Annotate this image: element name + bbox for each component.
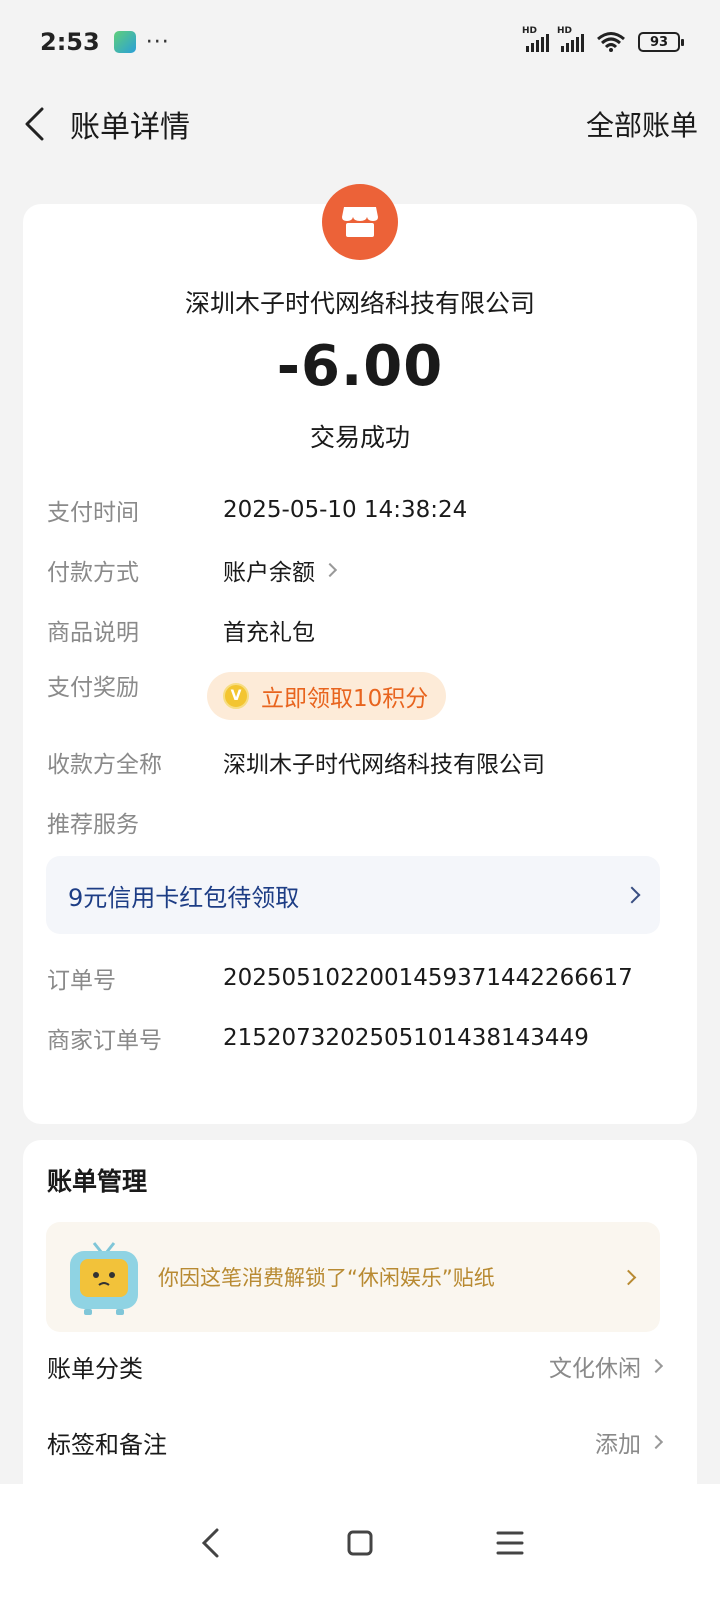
bill-category-text: 文化休闲 bbox=[549, 1356, 641, 1382]
credit-card-promo-banner[interactable]: 9元信用卡红包待领取 bbox=[46, 856, 660, 934]
promo-text: 9元信用卡红包待领取 bbox=[68, 883, 300, 912]
chevron-right-icon bbox=[648, 1434, 664, 1450]
merchant-order-row: 商家订单号 2152073202505101438143449 bbox=[47, 1018, 673, 1058]
bill-management-card: 账单管理 你因这笔消费解锁了“休闲娱乐”贴纸 账单分类 文化休闲 标签和备注 添… bbox=[23, 1140, 697, 1540]
pay-method-value[interactable]: 账户余额 bbox=[223, 553, 338, 587]
merchant-store-icon bbox=[322, 184, 398, 260]
nav-home-icon[interactable] bbox=[340, 1523, 380, 1563]
pay-method-label: 付款方式 bbox=[47, 560, 139, 586]
tags-notes-row[interactable]: 标签和备注 添加 bbox=[47, 1422, 664, 1462]
order-number-row: 订单号 2025051022001459371442266617 bbox=[47, 958, 673, 998]
pay-time-row: 支付时间 2025-05-10 14:38:24 bbox=[47, 490, 673, 530]
page-title: 账单详情 bbox=[70, 110, 190, 145]
status-time: 2:53 bbox=[40, 28, 100, 56]
claim-points-text: 立即领取10积分 bbox=[261, 686, 429, 712]
tv-sticker-icon bbox=[70, 1242, 138, 1315]
chevron-right-icon bbox=[322, 562, 338, 578]
merchant-order-label: 商家订单号 bbox=[47, 1028, 162, 1054]
nav-menu-icon[interactable] bbox=[490, 1523, 530, 1563]
claim-points-button[interactable]: V 立即领取10积分 bbox=[207, 672, 447, 720]
chevron-right-icon bbox=[648, 1358, 664, 1374]
app-header: 账单详情 全部账单 bbox=[0, 84, 720, 164]
coin-icon: V bbox=[223, 683, 249, 709]
chevron-right-icon bbox=[620, 1269, 637, 1285]
tags-notes-label: 标签和备注 bbox=[47, 1430, 167, 1459]
payee-label: 收款方全称 bbox=[47, 752, 162, 778]
merchant-name: 深圳木子时代网络科技有限公司 bbox=[184, 289, 535, 318]
product-label: 商品说明 bbox=[47, 620, 139, 646]
bill-category-label: 账单分类 bbox=[47, 1354, 143, 1383]
pay-time-value: 2025-05-10 14:38:24 bbox=[223, 497, 468, 523]
trade-status: 交易成功 bbox=[309, 423, 410, 452]
recommend-row: 推荐服务 bbox=[47, 802, 673, 842]
system-nav-bar bbox=[0, 1484, 720, 1602]
wifi-icon bbox=[597, 32, 625, 52]
pay-method-text: 账户余额 bbox=[223, 560, 315, 586]
tags-add-text: 添加 bbox=[595, 1432, 641, 1458]
signal-icon-2: HD bbox=[557, 26, 584, 52]
reward-row: 支付奖励 V 立即领取10积分 bbox=[47, 672, 673, 724]
amount: -6.00 bbox=[276, 334, 444, 399]
bill-category-row[interactable]: 账单分类 文化休闲 bbox=[47, 1346, 664, 1386]
back-icon[interactable] bbox=[22, 104, 52, 144]
product-value: 首充礼包 bbox=[223, 620, 315, 646]
recommend-label: 推荐服务 bbox=[47, 812, 139, 838]
pay-time-label: 支付时间 bbox=[47, 500, 139, 526]
more-notifications-icon: ··· bbox=[145, 29, 170, 55]
merchant-order-value: 2152073202505101438143449 bbox=[223, 1025, 589, 1051]
bill-management-title: 账单管理 bbox=[47, 1167, 148, 1196]
pay-method-row[interactable]: 付款方式 账户余额 bbox=[47, 550, 673, 590]
bill-category-value[interactable]: 文化休闲 bbox=[549, 1349, 664, 1383]
order-number-label: 订单号 bbox=[47, 968, 116, 994]
all-bills-link[interactable]: 全部账单 bbox=[586, 104, 698, 144]
tags-notes-value[interactable]: 添加 bbox=[595, 1425, 664, 1459]
reward-label: 支付奖励 bbox=[47, 675, 139, 701]
bill-detail-card: 深圳木子时代网络科技有限公司 -6.00 交易成功 支付时间 2025-05-1… bbox=[23, 184, 697, 1124]
signal-icon: HD bbox=[522, 26, 549, 52]
chevron-right-icon bbox=[623, 886, 641, 904]
nav-back-icon[interactable] bbox=[190, 1523, 230, 1563]
payee-row: 收款方全称 深圳木子时代网络科技有限公司 bbox=[47, 742, 673, 782]
status-bar: 2:53 ··· HD HD 93 bbox=[0, 0, 720, 84]
product-row: 商品说明 首充礼包 bbox=[47, 610, 673, 650]
sticker-unlock-banner[interactable]: 你因这笔消费解锁了“休闲娱乐”贴纸 bbox=[46, 1222, 660, 1332]
sticker-text: 你因这笔消费解锁了“休闲娱乐”贴纸 bbox=[158, 1266, 495, 1290]
battery-icon: 93 bbox=[638, 32, 684, 52]
app-notification-icon bbox=[113, 31, 136, 53]
order-number-value: 2025051022001459371442266617 bbox=[223, 965, 633, 991]
payee-value: 深圳木子时代网络科技有限公司 bbox=[223, 752, 545, 778]
